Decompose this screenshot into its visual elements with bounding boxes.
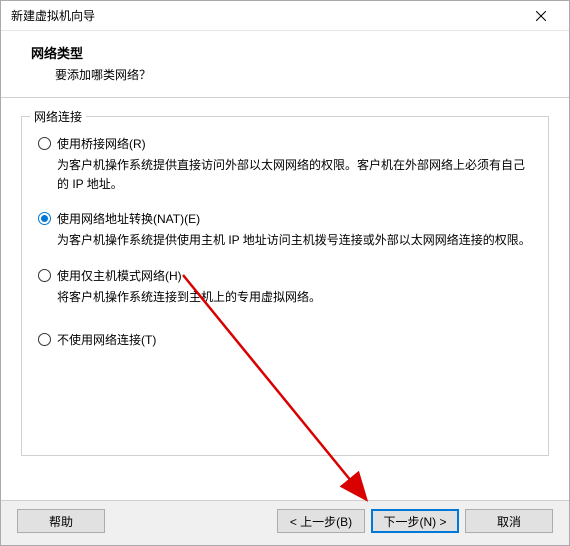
wizard-footer: 帮助 < 上一步(B) 下一步(N) > 取消 [1, 500, 569, 545]
option-nat-desc: 为客户机操作系统提供使用主机 IP 地址访问主机拨号连接或外部以太网网络连接的权… [57, 231, 532, 250]
network-fieldset: 网络连接 使用桥接网络(R) 为客户机操作系统提供直接访问外部以太网网络的权限。… [21, 116, 549, 456]
header-subtitle: 要添加哪类网络？ [31, 66, 549, 83]
wizard-header: 网络类型 要添加哪类网络？ [1, 31, 569, 98]
option-bridge-label: 使用桥接网络(R) [57, 135, 146, 152]
close-button[interactable] [521, 2, 561, 30]
radio-bridge[interactable] [38, 137, 51, 150]
wizard-body: 网络连接 使用桥接网络(R) 为客户机操作系统提供直接访问外部以太网网络的权限。… [1, 98, 569, 500]
option-none-row[interactable]: 不使用网络连接(T) [38, 331, 532, 348]
option-bridge-desc: 为客户机操作系统提供直接访问外部以太网网络的权限。客户机在外部网络上必须有自己的… [57, 156, 532, 194]
footer-left: 帮助 [17, 509, 277, 533]
option-nat: 使用网络地址转换(NAT)(E) 为客户机操作系统提供使用主机 IP 地址访问主… [38, 210, 532, 250]
footer-right: < 上一步(B) 下一步(N) > 取消 [277, 509, 553, 533]
option-bridge: 使用桥接网络(R) 为客户机操作系统提供直接访问外部以太网网络的权限。客户机在外… [38, 135, 532, 194]
header-title: 网络类型 [31, 43, 549, 62]
close-icon [536, 11, 546, 21]
option-hostonly-label: 使用仅主机模式网络(H) [57, 267, 182, 284]
window-title: 新建虚拟机向导 [11, 7, 95, 24]
next-button[interactable]: 下一步(N) > [371, 509, 459, 533]
option-none: 不使用网络连接(T) [38, 331, 532, 348]
titlebar: 新建虚拟机向导 [1, 1, 569, 31]
option-hostonly: 使用仅主机模式网络(H) 将客户机操作系统连接到主机上的专用虚拟网络。 [38, 267, 532, 307]
radio-none[interactable] [38, 333, 51, 346]
option-none-label: 不使用网络连接(T) [57, 331, 156, 348]
option-bridge-row[interactable]: 使用桥接网络(R) [38, 135, 532, 152]
option-hostonly-row[interactable]: 使用仅主机模式网络(H) [38, 267, 532, 284]
fieldset-label: 网络连接 [30, 108, 86, 125]
option-hostonly-desc: 将客户机操作系统连接到主机上的专用虚拟网络。 [57, 288, 532, 307]
option-nat-label: 使用网络地址转换(NAT)(E) [57, 210, 200, 227]
wizard-window: 新建虚拟机向导 网络类型 要添加哪类网络？ 网络连接 使用桥接网络(R) 为客户… [0, 0, 570, 546]
radio-nat[interactable] [38, 212, 51, 225]
help-button[interactable]: 帮助 [17, 509, 105, 533]
back-button[interactable]: < 上一步(B) [277, 509, 365, 533]
cancel-button[interactable]: 取消 [465, 509, 553, 533]
radio-hostonly[interactable] [38, 269, 51, 282]
option-nat-row[interactable]: 使用网络地址转换(NAT)(E) [38, 210, 532, 227]
